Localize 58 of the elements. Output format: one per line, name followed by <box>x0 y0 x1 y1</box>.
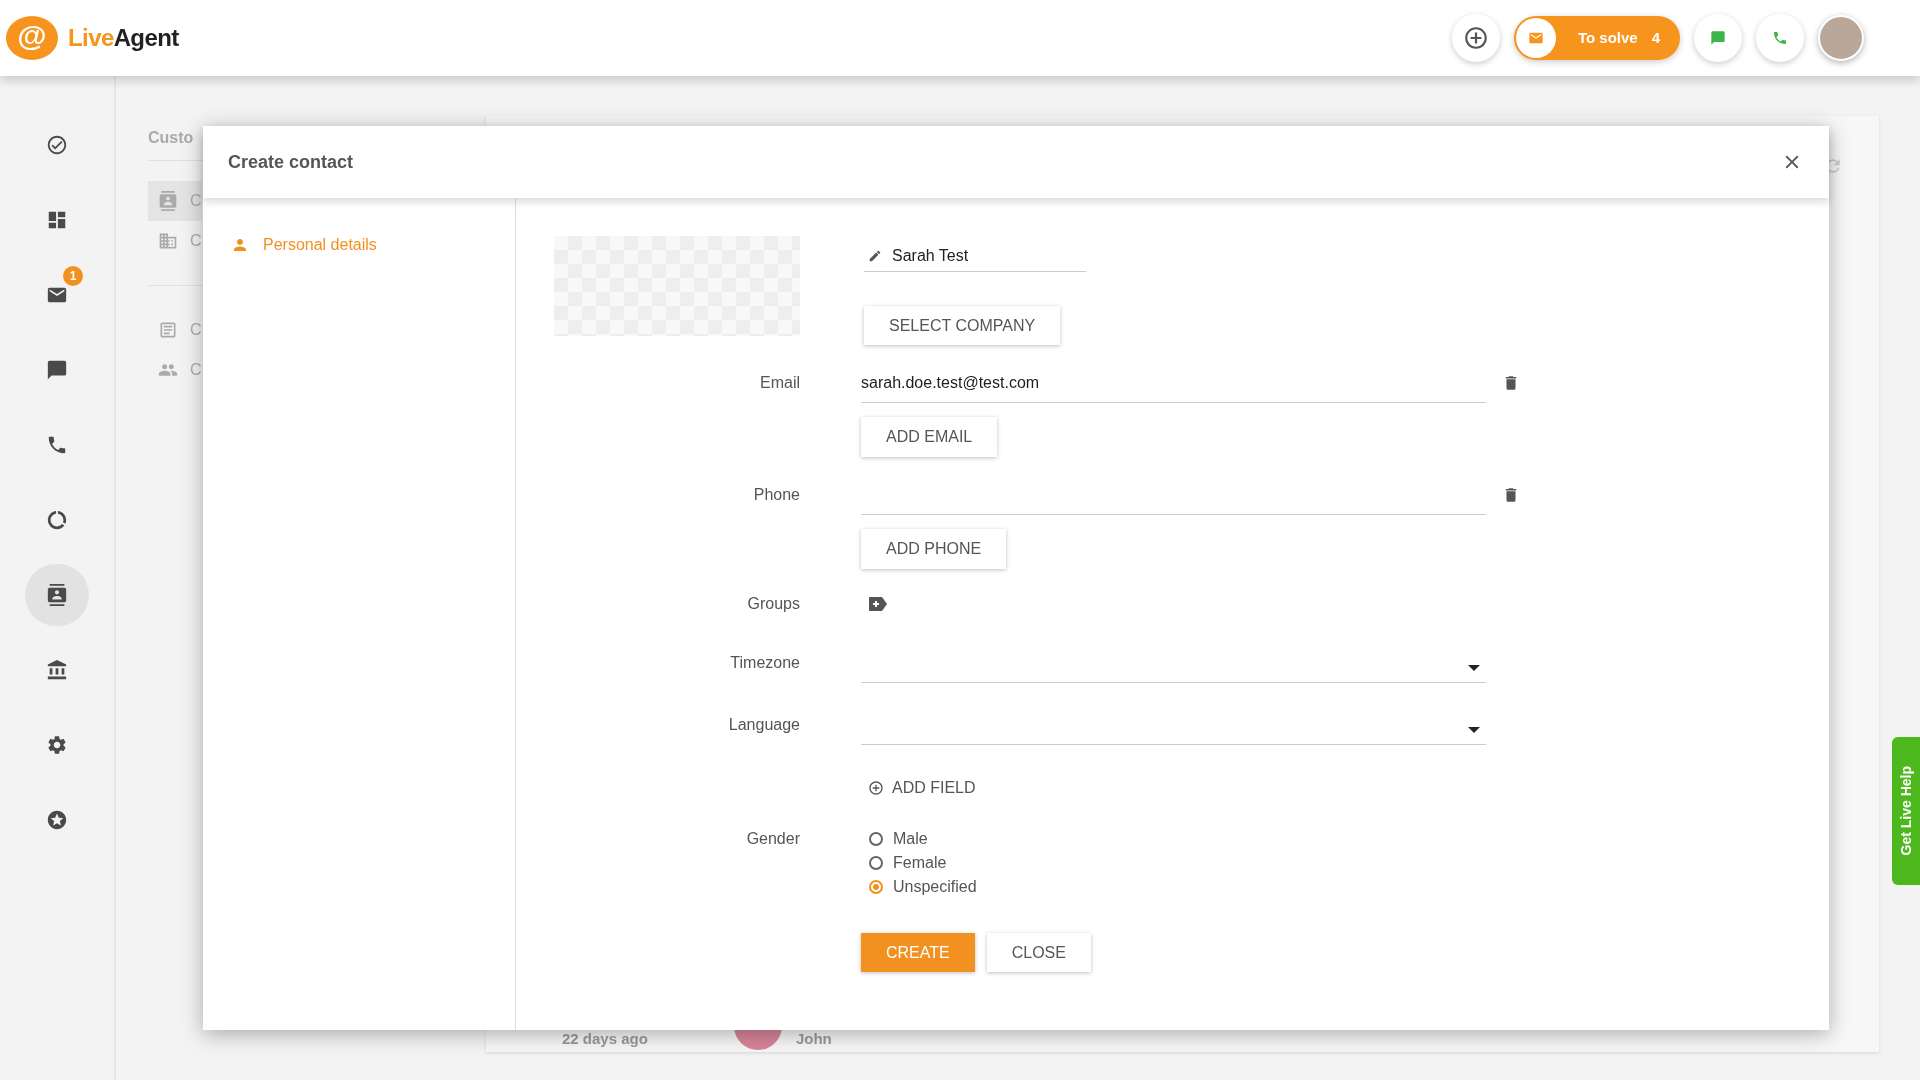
section-tab[interactable]: Personal details <box>203 233 377 257</box>
sidebar-item[interactable]: 1 <box>25 263 89 326</box>
person-icon <box>231 236 249 254</box>
star-badge-icon <box>46 808 68 831</box>
count-badge: 1 <box>63 265 83 286</box>
contact-card-icon <box>158 191 178 211</box>
nav-item[interactable]: C <box>148 181 202 221</box>
radio-button[interactable] <box>869 832 883 846</box>
dialog-title: Create contact <box>228 150 354 174</box>
to-solve-button[interactable]: To solve 4 <box>1513 16 1680 60</box>
add-icon <box>868 780 884 796</box>
logo-text: Live <box>68 23 114 53</box>
ring-chart-icon <box>46 508 68 531</box>
close-button[interactable]: CLOSE <box>986 933 1091 972</box>
pencil-icon <box>868 248 882 263</box>
logo-text: Agent <box>113 23 179 53</box>
tag-plus-icon[interactable] <box>868 596 888 612</box>
radio-label: Male <box>893 829 928 849</box>
field-label: Timezone <box>729 653 800 673</box>
phone-icon <box>1772 30 1788 46</box>
contact-card-icon <box>46 583 68 606</box>
add-button[interactable]: ADD EMAIL <box>861 417 998 457</box>
radio-button[interactable] <box>869 880 883 894</box>
chat-button[interactable] <box>1694 14 1742 62</box>
add-field-button[interactable]: ADD FIELD <box>868 776 976 800</box>
dropdown-caret-icon <box>1468 726 1480 733</box>
name-field[interactable]: Sarah Test <box>864 240 1086 272</box>
field-label: Language <box>727 715 800 735</box>
radio-label: Unspecified <box>893 877 977 897</box>
radio-label: Female <box>893 853 947 873</box>
field-label: Groups <box>746 594 800 614</box>
chat-bubble-icon <box>1710 30 1726 46</box>
add-button[interactable]: ADD PHONE <box>861 529 1007 569</box>
field-label: Gender <box>745 829 800 849</box>
page-title: Custo <box>148 128 195 148</box>
bank-icon <box>46 658 68 681</box>
add-icon <box>1462 25 1489 51</box>
document-icon <box>158 320 178 340</box>
logo-mark: @ <box>17 21 47 51</box>
select-company-button[interactable]: SELECT COMPANY <box>864 306 1061 345</box>
add-button[interactable] <box>1451 14 1500 62</box>
field-label: Email <box>759 373 800 393</box>
create-button[interactable]: CREATE <box>861 933 975 972</box>
row-time: 22 days ago <box>562 1028 648 1049</box>
nav-item[interactable]: C <box>148 221 202 261</box>
nav-item[interactable]: C <box>148 350 202 390</box>
row-name: John <box>795 1028 832 1049</box>
chat-bubble-icon <box>46 358 68 381</box>
field-label: Phone <box>752 485 800 505</box>
to-solve-count: 4 <box>1651 27 1660 48</box>
settings-icon <box>46 733 68 756</box>
radio-button[interactable] <box>869 856 883 870</box>
envelope-icon <box>1515 18 1556 58</box>
live-help-tab[interactable]: Get Live Help <box>1892 737 1920 885</box>
nav-item[interactable]: C <box>148 310 202 350</box>
text-field[interactable]: sarah.doe.test@test.com <box>861 363 1486 403</box>
building-icon <box>158 231 178 251</box>
dropdown-caret-icon <box>1468 664 1480 671</box>
